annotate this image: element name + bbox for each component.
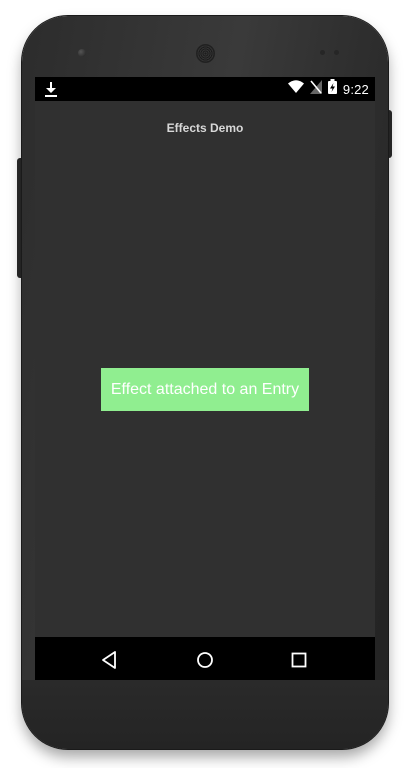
battery-charging-icon	[327, 79, 337, 99]
status-icons: 9:22	[287, 79, 369, 99]
download-icon	[44, 81, 58, 97]
phone-chin	[22, 680, 388, 749]
effect-entry[interactable]: Effect attached to an Entry	[101, 368, 309, 411]
sensor-dot	[320, 50, 325, 55]
earpiece-speaker	[196, 44, 215, 63]
navigation-bar	[35, 637, 375, 682]
status-time: 9:22	[342, 81, 369, 97]
device-screen: 9:22 Effects Demo Effect attached to an …	[35, 77, 375, 682]
sensor-dot	[334, 50, 339, 55]
device-frame-stage: 9:22 Effects Demo Effect attached to an …	[0, 0, 407, 768]
page-title: Effects Demo	[166, 121, 244, 135]
back-icon[interactable]	[98, 648, 122, 672]
status-bar: 9:22	[35, 77, 375, 101]
front-camera	[78, 49, 86, 57]
proximity-sensors	[320, 50, 342, 55]
no-sim-icon	[309, 79, 322, 99]
wifi-icon	[287, 80, 304, 98]
home-icon[interactable]	[193, 648, 217, 672]
recents-icon[interactable]	[287, 648, 311, 672]
